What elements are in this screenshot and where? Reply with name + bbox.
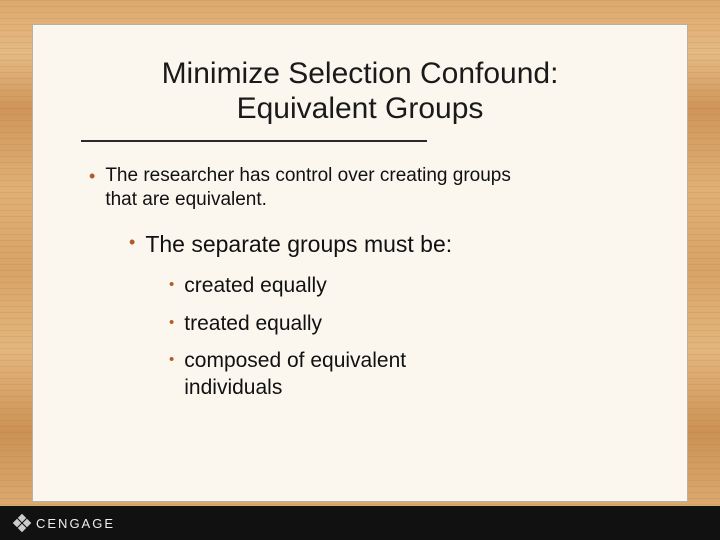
title-divider — [81, 140, 427, 142]
bullet-level3: • created equally — [169, 272, 639, 299]
bullet-text: composed of equivalent individuals — [184, 347, 484, 402]
bullet-text: treated equally — [184, 310, 322, 337]
cengage-mark-icon — [14, 515, 30, 531]
bullet-level1: • The researcher has control over creati… — [89, 164, 639, 212]
footer-bar: CENGAGE — [0, 506, 720, 540]
bullet-level2: • The separate groups must be: — [129, 230, 639, 259]
bullet-dot-icon: • — [129, 233, 135, 251]
brand-logo: CENGAGE — [14, 515, 115, 531]
bullet-text: The researcher has control over creating… — [105, 164, 525, 212]
title-line-2: Equivalent Groups — [237, 92, 484, 125]
bullet-text: The separate groups must be: — [145, 230, 452, 259]
bullet-dot-icon: • — [169, 352, 174, 367]
bullet-dot-icon: • — [169, 315, 174, 330]
bullet-dot-icon: • — [89, 167, 95, 185]
bullet-level3: • treated equally — [169, 310, 639, 337]
slide-card: Minimize Selection Confound: Equivalent … — [32, 24, 688, 502]
bullet-level3: • composed of equivalent individuals — [169, 347, 639, 402]
bullet-text: created equally — [184, 272, 326, 299]
bullet-dot-icon: • — [169, 277, 174, 292]
brand-text: CENGAGE — [36, 516, 115, 531]
slide-title: Minimize Selection Confound: Equivalent … — [81, 57, 639, 126]
title-line-1: Minimize Selection Confound: — [162, 57, 559, 90]
